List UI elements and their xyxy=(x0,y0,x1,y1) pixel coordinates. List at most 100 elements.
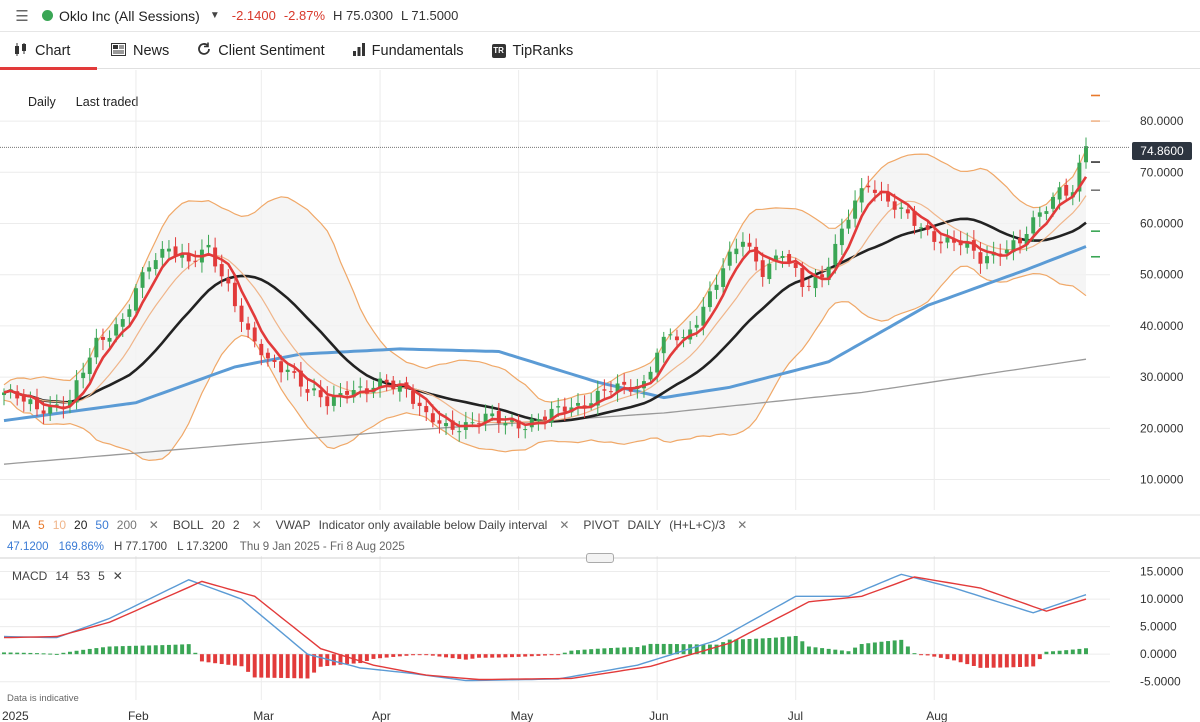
candle xyxy=(701,306,706,326)
macd-histogram-bar xyxy=(793,635,798,655)
time-axis-label: Aug xyxy=(926,709,947,722)
macd-histogram-bar xyxy=(1024,654,1029,667)
macd-axis-label: 10.0000 xyxy=(1140,592,1184,606)
candle xyxy=(437,420,442,424)
price-chart[interactable]: 80.000070.000060.000050.000040.000030.00… xyxy=(0,70,1200,722)
pane-resize-handle[interactable] xyxy=(586,553,614,563)
macd-histogram-bar xyxy=(734,639,739,655)
candle xyxy=(133,288,138,311)
candle xyxy=(94,337,99,358)
macd-histogram-bar xyxy=(477,654,482,658)
macd-histogram-bar xyxy=(681,644,686,655)
macd-histogram-bar xyxy=(173,644,178,655)
macd-axis-label: 5.0000 xyxy=(1140,620,1177,634)
macd-histogram-bar xyxy=(628,647,633,655)
macd-histogram-bar xyxy=(556,654,561,656)
macd-histogram-bar xyxy=(457,654,462,659)
macd-histogram-bar xyxy=(886,641,891,655)
candle xyxy=(793,262,798,268)
tab-news[interactable]: News xyxy=(97,33,183,69)
macd-histogram-bar xyxy=(490,654,495,658)
macd-histogram-bar xyxy=(28,652,33,655)
candle xyxy=(694,324,699,328)
time-axis-label: May xyxy=(511,709,534,722)
candle xyxy=(576,402,580,406)
candle xyxy=(806,285,811,287)
tab-chart[interactable]: Chart xyxy=(0,33,97,70)
macd-histogram-bar xyxy=(859,644,864,655)
time-axis-label: Apr xyxy=(372,709,391,722)
tab-label: TipRanks xyxy=(512,42,574,59)
chevron-down-icon[interactable]: ▼ xyxy=(210,10,220,21)
candle xyxy=(411,390,416,404)
candle xyxy=(358,386,363,388)
macd-histogram-bar xyxy=(661,643,666,655)
tipranks-icon: TR xyxy=(491,43,506,58)
tab-fundamentals[interactable]: Fundamentals xyxy=(339,33,478,69)
macd-histogram-bar xyxy=(1077,648,1082,655)
ma-label[interactable]: MA xyxy=(12,518,30,532)
macd-histogram-bar xyxy=(1064,650,1069,655)
close-icon[interactable]: ✕ xyxy=(737,518,747,532)
macd-histogram-bar xyxy=(1044,651,1049,655)
candle xyxy=(562,406,567,412)
macd-histogram-bar xyxy=(48,653,53,655)
macd-histogram-bar xyxy=(8,652,13,655)
tab-client-sentiment[interactable]: Client Sentiment xyxy=(183,33,338,69)
macd-histogram-bar xyxy=(945,654,950,660)
macd-fast: 14 xyxy=(55,569,69,583)
macd-histogram-bar xyxy=(232,654,237,666)
instrument-name[interactable]: Oklo Inc (All Sessions) xyxy=(59,8,200,24)
vwap-note: Indicator only available below Daily int… xyxy=(318,518,548,532)
close-icon[interactable]: ✕ xyxy=(559,518,569,532)
macd-histogram-bar xyxy=(35,653,39,655)
macd-histogram-bar xyxy=(384,654,389,658)
pivot-label[interactable]: PIVOT xyxy=(583,518,619,532)
boll-label[interactable]: BOLL xyxy=(173,518,204,532)
price-axis-label: 40.0000 xyxy=(1140,319,1184,333)
candle xyxy=(648,371,653,380)
macd-histogram-bar xyxy=(1051,651,1055,655)
macd-histogram-bar xyxy=(1084,648,1088,655)
macd-histogram-bar xyxy=(305,654,310,679)
candle xyxy=(496,410,501,424)
macd-histogram-bar xyxy=(54,653,59,655)
close-icon[interactable]: ✕ xyxy=(149,518,159,532)
candle xyxy=(813,276,818,289)
candle xyxy=(1057,187,1062,200)
macd-histogram-bar xyxy=(74,650,79,655)
macd-histogram-bar xyxy=(576,650,580,655)
macd-histogram-bar xyxy=(345,654,350,665)
macd-histogram-bar xyxy=(279,654,284,678)
macd-histogram-bar xyxy=(806,646,811,655)
candle xyxy=(938,241,943,244)
macd-histogram-bar xyxy=(404,654,409,656)
price-axis-label: 50.0000 xyxy=(1140,268,1184,282)
hamburger-menu-icon[interactable]: ☰ xyxy=(8,7,36,25)
macd-histogram-bar xyxy=(364,654,369,661)
close-icon[interactable]: ✕ xyxy=(113,569,123,583)
candle xyxy=(444,423,449,427)
macd-histogram-bar xyxy=(853,647,858,655)
macd-histogram-bar xyxy=(833,649,838,655)
macd-histogram-bar xyxy=(740,639,745,655)
candle xyxy=(206,244,211,248)
vwap-label[interactable]: VWAP xyxy=(276,518,311,532)
macd-histogram-bar xyxy=(444,654,449,658)
macd-histogram-bar xyxy=(186,644,191,655)
tab-tipranks[interactable]: TR TipRanks xyxy=(478,33,588,69)
macd-histogram-bar xyxy=(701,644,706,655)
close-icon[interactable]: ✕ xyxy=(252,518,262,532)
macd-axis-label: -5.0000 xyxy=(1140,675,1181,689)
macd-label[interactable]: MACD xyxy=(12,569,47,583)
ma20-period: 20 xyxy=(74,518,88,532)
boll-period: 20 xyxy=(211,518,225,532)
macd-histogram-bar xyxy=(252,654,257,678)
candle xyxy=(714,284,719,290)
candle xyxy=(160,248,165,258)
macd-histogram-bar xyxy=(371,654,376,659)
macd-histogram-bar xyxy=(470,654,475,659)
time-axis-label: Jun xyxy=(649,709,668,722)
macd-histogram-bar xyxy=(61,652,66,655)
price-axis-label: 80.0000 xyxy=(1140,114,1184,128)
